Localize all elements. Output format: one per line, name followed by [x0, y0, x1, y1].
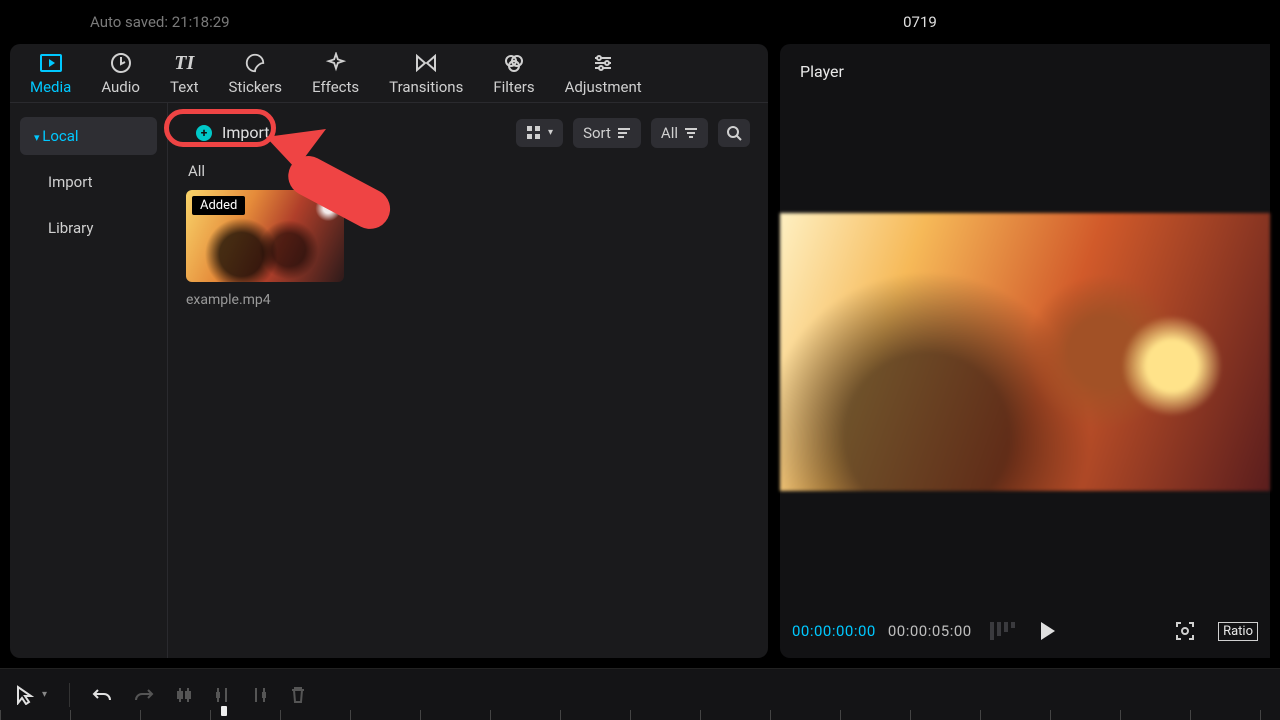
- tab-stickers-label: Stickers: [229, 78, 283, 96]
- tab-transitions[interactable]: Transitions: [389, 52, 463, 96]
- split-icon: [176, 686, 192, 704]
- split-tool[interactable]: [176, 686, 192, 704]
- filter-all-label: All: [661, 124, 678, 142]
- media-section-all: All: [186, 148, 750, 190]
- effects-icon: [325, 52, 347, 74]
- sort-icon: [617, 127, 631, 139]
- tab-stickers[interactable]: Stickers: [229, 52, 283, 96]
- stickers-icon: [244, 52, 266, 74]
- media-icon: [40, 52, 62, 74]
- tab-media[interactable]: Media: [30, 52, 71, 96]
- tab-filters-label: Filters: [493, 78, 534, 96]
- audio-level-icon: [990, 622, 1015, 640]
- sort-label: Sort: [583, 124, 611, 142]
- play-button[interactable]: [1041, 622, 1055, 640]
- timeline-playhead[interactable]: [218, 708, 230, 720]
- media-area: + Import ▾ Sort All: [168, 103, 768, 658]
- trim-right-tool[interactable]: [252, 686, 268, 704]
- status-bar: Auto saved: 21:18:29 0719: [0, 0, 1280, 44]
- media-clip[interactable]: Added example.mp4: [186, 190, 344, 308]
- timeline-ruler[interactable]: [0, 710, 1280, 720]
- sidebar-item-label: Library: [48, 219, 93, 237]
- sidebar-nav: Local Import Library: [10, 103, 168, 658]
- grid-icon: [526, 125, 542, 141]
- chevron-down-icon: ▾: [548, 127, 553, 138]
- view-mode-button[interactable]: ▾: [516, 119, 563, 147]
- library-panel: Media Audio TI Text Stickers: [10, 44, 768, 658]
- project-title: 0719: [280, 13, 1280, 31]
- ratio-button[interactable]: Ratio: [1218, 622, 1258, 641]
- undo-icon: [92, 687, 112, 703]
- sidebar-item-library[interactable]: Library: [20, 209, 157, 247]
- text-icon: TI: [173, 52, 195, 74]
- player-controls: 00:00:00:00 00:00:05:00 Ratio: [780, 604, 1270, 658]
- transitions-icon: [415, 52, 437, 74]
- filter-all-button[interactable]: All: [651, 118, 708, 148]
- audio-icon: [110, 52, 132, 74]
- adjustment-icon: [592, 52, 614, 74]
- tab-adjustment[interactable]: Adjustment: [565, 52, 642, 96]
- sort-button[interactable]: Sort: [573, 118, 641, 148]
- category-tabs: Media Audio TI Text Stickers: [10, 44, 768, 103]
- current-timecode: 00:00:00:00: [792, 622, 876, 640]
- clip-thumbnail: Added: [186, 190, 344, 282]
- preview-image: [780, 213, 1270, 491]
- tab-adjustment-label: Adjustment: [565, 78, 642, 96]
- tab-filters[interactable]: Filters: [493, 52, 534, 96]
- chevron-down-icon: ▾: [42, 689, 47, 700]
- search-button[interactable]: [718, 119, 750, 147]
- filter-icon: [684, 127, 698, 139]
- filters-icon: [503, 52, 525, 74]
- player-viewport[interactable]: [780, 99, 1270, 604]
- tab-effects[interactable]: Effects: [312, 52, 359, 96]
- sidebar-item-local[interactable]: Local: [20, 117, 157, 155]
- tab-text[interactable]: TI Text: [170, 52, 199, 96]
- tab-text-label: Text: [170, 78, 199, 96]
- autosave-text: Auto saved: 21:18:29: [90, 13, 230, 31]
- pointer-tool[interactable]: ▾: [16, 685, 47, 705]
- clip-filename: example.mp4: [186, 292, 344, 308]
- added-badge: Added: [192, 196, 245, 215]
- trash-icon: [290, 686, 306, 704]
- pointer-icon: [16, 685, 34, 705]
- player-title: Player: [780, 44, 1270, 99]
- sidebar-item-label: Local: [42, 127, 78, 145]
- tab-transitions-label: Transitions: [389, 78, 463, 96]
- player-panel: Player 00:00:00:00 00:00:05:00 Ratio: [780, 44, 1270, 658]
- ratio-label: Ratio: [1223, 624, 1253, 639]
- sidebar-item-import[interactable]: Import: [20, 163, 157, 201]
- trim-left-tool[interactable]: [214, 686, 230, 704]
- delete-button[interactable]: [290, 686, 306, 704]
- tab-audio[interactable]: Audio: [101, 52, 140, 96]
- tab-effects-label: Effects: [312, 78, 359, 96]
- sidebar-item-label: Import: [48, 173, 93, 191]
- tab-audio-label: Audio: [101, 78, 140, 96]
- trim-left-icon: [214, 686, 230, 704]
- import-button[interactable]: + Import: [186, 117, 286, 148]
- redo-button[interactable]: [134, 687, 154, 703]
- timeline-toolbar: ▾: [0, 668, 1280, 720]
- trim-right-icon: [252, 686, 268, 704]
- focus-frame-button[interactable]: [1174, 620, 1196, 642]
- focus-frame-icon: [1174, 620, 1196, 642]
- import-button-label: Import: [222, 123, 270, 142]
- redo-icon: [134, 687, 154, 703]
- tab-media-label: Media: [30, 78, 71, 96]
- plus-icon: +: [196, 125, 212, 141]
- undo-button[interactable]: [92, 687, 112, 703]
- search-icon: [726, 125, 742, 141]
- duration-timecode: 00:00:05:00: [888, 622, 972, 640]
